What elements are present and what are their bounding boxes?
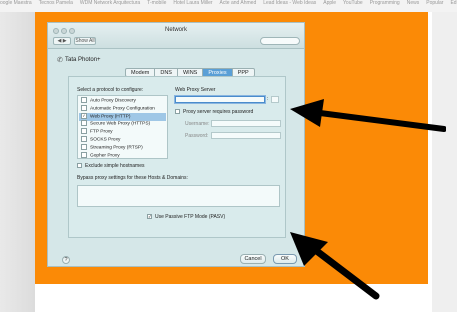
- protocol-checkbox[interactable]: [81, 128, 87, 135]
- password-input[interactable]: [211, 132, 281, 139]
- protocol-label: Auto Proxy Discovery: [90, 98, 136, 104]
- background-right: [432, 12, 457, 312]
- protocol-checkbox[interactable]: [81, 136, 87, 142]
- bookmark-item[interactable]: Edu Foreign: [450, 0, 457, 6]
- proxies-panel: Select a protocol to configure: Auto Pro…: [68, 76, 286, 238]
- bookmark-item[interactable]: Programming: [370, 0, 400, 6]
- background-left: [0, 12, 35, 312]
- search-field[interactable]: [260, 37, 300, 45]
- protocol-checkbox[interactable]: ✓: [81, 112, 87, 119]
- protocol-checkbox[interactable]: [81, 104, 87, 111]
- arrow-to-password-icon: [290, 99, 446, 132]
- bookmark-item[interactable]: Hotel Laura Miller: [173, 0, 212, 6]
- protocol-item[interactable]: Streaming Proxy (RTSP): [79, 143, 166, 152]
- window-title: Network: [164, 27, 187, 33]
- protocol-list[interactable]: Auto Proxy Discovery Automatic Proxy Conf…: [77, 95, 168, 159]
- phone-icon: ✆: [57, 57, 63, 64]
- network-window: Network ◀ ▶ Show All ✆ Tata Photon+ Mode…: [47, 22, 305, 267]
- passive-ftp-checkbox[interactable]: ✓: [147, 214, 152, 219]
- bookmark-item[interactable]: Popular: [426, 0, 443, 6]
- show-all-button[interactable]: Show All: [74, 37, 96, 45]
- passive-ftp-label: Use Passive FTP Mode (PASV): [155, 214, 226, 220]
- username-input[interactable]: [211, 120, 281, 127]
- protocol-label: Automatic Proxy Configuration: [90, 106, 155, 112]
- protocol-label: Secure Web Proxy (HTTPS): [90, 121, 151, 127]
- protocol-label: Streaming Proxy (RTSP): [90, 145, 143, 151]
- bookmark-item[interactable]: WDM Network Arquitectura: [80, 0, 140, 6]
- password-label: Password:: [185, 133, 209, 139]
- window-titlebar: Network ◀ ▶ Show All: [48, 23, 304, 49]
- bookmark-item[interactable]: Lead Ideas - Web Ideas: [263, 0, 316, 6]
- bookmark-item[interactable]: oogle Maestra: [0, 0, 32, 6]
- connection-name: Tata Photon+: [65, 57, 101, 63]
- proxy-port-input[interactable]: [271, 96, 279, 103]
- bookmarks-bar: oogle Maestra Tecnos Pamela WDM Network Ar…: [0, 0, 457, 12]
- protocol-label: SOCKS Proxy: [90, 137, 121, 143]
- protocol-checkbox[interactable]: [81, 97, 87, 103]
- exclude-simple-checkbox[interactable]: [77, 163, 82, 168]
- port-separator: :: [267, 96, 269, 102]
- protocol-label: Web Proxy (HTTP): [90, 113, 131, 119]
- bookmark-item[interactable]: News: [407, 0, 420, 6]
- bookmark-item[interactable]: Tecnos Pamela: [39, 0, 73, 6]
- protocol-label: FTP Proxy: [90, 129, 113, 135]
- proxy-server-input[interactable]: [175, 96, 265, 103]
- bookmark-item[interactable]: T-mobile: [147, 0, 166, 6]
- bypass-label: Bypass proxy settings for these Hosts & …: [77, 175, 188, 181]
- protocol-item[interactable]: Gopher Proxy: [79, 151, 166, 160]
- protocol-item[interactable]: ✓ Web Proxy (HTTP): [79, 112, 166, 121]
- help-button[interactable]: ?: [62, 256, 70, 264]
- bookmark-item[interactable]: Apple: [323, 0, 336, 6]
- protocol-item[interactable]: SOCKS Proxy: [79, 136, 166, 144]
- protocol-heading: Select a protocol to configure:: [77, 87, 144, 93]
- bypass-hosts-input[interactable]: [77, 185, 280, 207]
- protocol-item[interactable]: Auto Proxy Discovery: [79, 97, 166, 105]
- protocol-checkbox[interactable]: [81, 151, 87, 158]
- bookmark-item[interactable]: Acte and Ahmed: [220, 0, 257, 6]
- protocol-item[interactable]: Secure Web Proxy (HTTPS): [79, 120, 166, 128]
- protocol-label: Gopher Proxy: [90, 152, 120, 158]
- bookmark-item[interactable]: YouTube: [343, 0, 363, 6]
- back-forward-button[interactable]: ◀ ▶: [53, 37, 71, 45]
- requires-password-label: Proxy server requires password: [183, 109, 254, 115]
- username-label: Username:: [185, 121, 210, 127]
- protocol-checkbox[interactable]: [81, 120, 87, 127]
- arrow-to-ok-icon: [290, 232, 380, 300]
- exclude-simple-label: Exclude simple hostnames: [85, 163, 145, 169]
- protocol-item[interactable]: Automatic Proxy Configuration: [79, 104, 166, 113]
- server-heading: Web Proxy Server: [175, 87, 216, 93]
- protocol-item[interactable]: FTP Proxy: [79, 128, 166, 136]
- cancel-button[interactable]: Cancel: [240, 254, 266, 264]
- protocol-checkbox[interactable]: [81, 143, 87, 150]
- requires-password-checkbox[interactable]: [175, 109, 180, 114]
